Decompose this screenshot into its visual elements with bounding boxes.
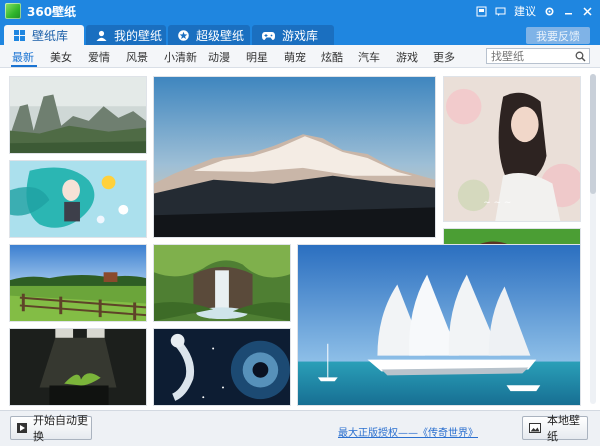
svg-text:~ ~ ~: ~ ~ ~ bbox=[483, 198, 511, 208]
category-beauty[interactable]: 美女 bbox=[50, 49, 72, 65]
wallpaper-thumbnail-waterfall[interactable] bbox=[153, 244, 291, 322]
category-fresh[interactable]: 小清新 bbox=[164, 49, 197, 65]
start-auto-change-button[interactable]: 开始自动更换 bbox=[10, 414, 92, 443]
copyright-promo-link[interactable]: 最大正版授权——《传奇世界》 bbox=[338, 424, 478, 439]
category-stars[interactable]: 明星 bbox=[246, 49, 268, 65]
wallpaper-thumbnail-mountain-rocks[interactable] bbox=[9, 76, 147, 154]
category-latest[interactable]: 最新 bbox=[12, 49, 34, 65]
active-category-indicator bbox=[11, 65, 37, 67]
category-pets[interactable]: 萌宠 bbox=[284, 49, 306, 65]
title-bar: 360壁纸 建议 bbox=[0, 0, 600, 22]
grid-scrollbar[interactable] bbox=[590, 74, 596, 404]
skin-icon[interactable] bbox=[472, 0, 491, 22]
category-bar: 最新 美女 爱情 风景 小清新 动漫 明星 萌宠 炫酷 汽车 游戏 更多 bbox=[0, 45, 600, 68]
tab-label: 游戏库 bbox=[282, 28, 319, 43]
search-input[interactable] bbox=[487, 49, 571, 63]
category-scenery[interactable]: 风景 bbox=[126, 49, 148, 65]
gamepad-icon bbox=[262, 30, 275, 41]
app-title: 360壁纸 bbox=[27, 4, 77, 19]
category-cars[interactable]: 汽车 bbox=[358, 49, 380, 65]
app-window: 360壁纸 建议 壁纸库 我的壁纸 超级壁纸 游戏库 我要反馈 最新 美女 爱情… bbox=[0, 0, 600, 446]
category-love[interactable]: 爱情 bbox=[88, 49, 110, 65]
minimize-icon[interactable] bbox=[559, 0, 578, 22]
search-icon[interactable] bbox=[575, 51, 586, 62]
main-tab-bar: 壁纸库 我的壁纸 超级壁纸 游戏库 我要反馈 bbox=[0, 22, 600, 45]
play-icon bbox=[17, 423, 27, 433]
tab-label: 超级壁纸 bbox=[196, 28, 245, 43]
wallpaper-thumbnail-farm-field[interactable] bbox=[9, 244, 147, 322]
wallpaper-thumbnail-girl-flowers[interactable]: ~ ~ ~ bbox=[443, 76, 581, 222]
user-icon bbox=[96, 30, 107, 41]
local-wallpaper-button[interactable]: 本地壁纸 bbox=[522, 414, 588, 443]
settings-gear-icon[interactable] bbox=[540, 0, 559, 22]
category-games[interactable]: 游戏 bbox=[396, 49, 418, 65]
local-wallpaper-label: 本地壁纸 bbox=[547, 414, 580, 443]
picture-icon bbox=[529, 423, 541, 433]
tab-label: 壁纸库 bbox=[32, 28, 69, 43]
category-anime[interactable]: 动漫 bbox=[208, 49, 230, 65]
tab-super-wallpaper[interactable]: 超级壁纸 bbox=[168, 25, 250, 45]
category-cool[interactable]: 炫酷 bbox=[321, 49, 343, 65]
tab-my-wallpaper[interactable]: 我的壁纸 bbox=[86, 25, 166, 45]
app-logo-icon bbox=[5, 3, 21, 19]
tab-label: 我的壁纸 bbox=[114, 28, 163, 43]
scrollbar-thumb[interactable] bbox=[590, 74, 596, 194]
wallpaper-thumbnail-snow-mountains[interactable] bbox=[153, 76, 436, 238]
star-icon bbox=[178, 29, 189, 41]
category-more[interactable]: 更多 bbox=[433, 49, 455, 65]
tab-game-library[interactable]: 游戏库 bbox=[252, 25, 334, 45]
wallpaper-grid: ~ ~ ~ bbox=[0, 68, 600, 410]
window-controls: 建议 bbox=[472, 0, 600, 22]
start-auto-change-label: 开始自动更换 bbox=[33, 414, 88, 443]
feedback-link[interactable]: 建议 bbox=[510, 0, 540, 22]
search-box[interactable] bbox=[486, 48, 590, 64]
close-icon[interactable] bbox=[578, 0, 600, 22]
grid-icon bbox=[14, 29, 25, 41]
wallpaper-thumbnail-astronaut-space[interactable] bbox=[153, 328, 291, 406]
wallpaper-thumbnail-sailing-yacht[interactable] bbox=[297, 244, 581, 406]
wallpaper-thumbnail-anime-girl[interactable] bbox=[9, 160, 147, 238]
footer-bar: 开始自动更换 最大正版授权——《传奇世界》 本地壁纸 bbox=[0, 410, 600, 446]
report-feedback-button[interactable]: 我要反馈 bbox=[526, 27, 590, 44]
tab-wallpaper-library[interactable]: 壁纸库 bbox=[4, 25, 84, 45]
wallpaper-thumbnail-plant-seedling[interactable] bbox=[9, 328, 147, 406]
message-icon[interactable] bbox=[491, 0, 510, 22]
